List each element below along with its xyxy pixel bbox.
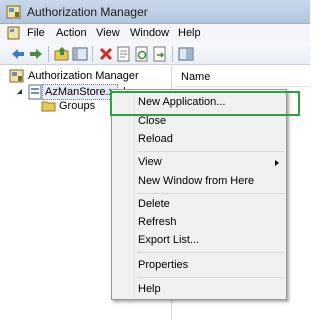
refresh-icon[interactable]: [134, 46, 150, 62]
help-icon[interactable]: [178, 46, 194, 62]
properties-icon[interactable]: [116, 46, 132, 62]
menu-item-new-window[interactable]: New Window from Here: [138, 175, 254, 187]
toolbar-separator: [48, 46, 49, 62]
folder-icon: [41, 101, 56, 112]
menu-item-reload[interactable]: Reload: [138, 133, 173, 145]
submenu-arrow-icon: [275, 160, 279, 166]
window-title: Authorization Manager: [27, 5, 148, 19]
tree-item-root[interactable]: Authorization Manager: [0, 68, 172, 84]
highlight-annotation: [110, 91, 300, 116]
up-folder-icon[interactable]: [54, 46, 70, 62]
context-menu: New Application... Close Reload View New…: [111, 89, 287, 300]
menu-separator: [137, 193, 284, 194]
menu-item-export-list[interactable]: Export List...: [138, 234, 199, 246]
menu-gutter: [134, 92, 135, 297]
menu-item-view[interactable]: View: [138, 156, 162, 168]
delete-icon[interactable]: [98, 46, 114, 62]
menu-view[interactable]: View: [96, 27, 120, 39]
authorization-manager-icon: [6, 5, 21, 19]
menu-separator: [137, 151, 284, 152]
toolbar-separator: [92, 46, 93, 62]
menu-separator: [137, 277, 284, 278]
menu-item-close[interactable]: Close: [138, 115, 166, 127]
menu-file[interactable]: File: [27, 27, 45, 39]
menu-item-refresh[interactable]: Refresh: [138, 216, 177, 228]
toolbar: [0, 43, 310, 65]
column-header-label: Name: [181, 71, 211, 83]
export-icon[interactable]: [152, 46, 168, 62]
console-document-icon[interactable]: [7, 26, 21, 40]
tree-item-groups-label: Groups: [59, 100, 96, 112]
authorization-manager-icon: [9, 69, 24, 83]
back-icon[interactable]: [10, 46, 26, 62]
expanded-arrow-icon[interactable]: [16, 88, 23, 95]
menu-item-properties[interactable]: Properties: [138, 259, 188, 271]
menu-item-delete[interactable]: Delete: [138, 198, 170, 210]
column-header-name[interactable]: Name: [174, 66, 310, 87]
title-bar: Authorization Manager: [0, 0, 310, 24]
show-hide-tree-icon[interactable]: [72, 46, 88, 62]
menu-action[interactable]: Action: [56, 27, 87, 39]
menu-help[interactable]: Help: [178, 27, 201, 39]
menu-window[interactable]: Window: [130, 27, 169, 39]
forward-icon[interactable]: [28, 46, 44, 62]
menu-bar: File Action View Window Help: [0, 24, 310, 43]
menu-item-help[interactable]: Help: [138, 283, 161, 295]
menu-separator: [137, 252, 284, 253]
tree-item-root-label: Authorization Manager: [28, 70, 139, 82]
toolbar-separator: [172, 46, 173, 62]
